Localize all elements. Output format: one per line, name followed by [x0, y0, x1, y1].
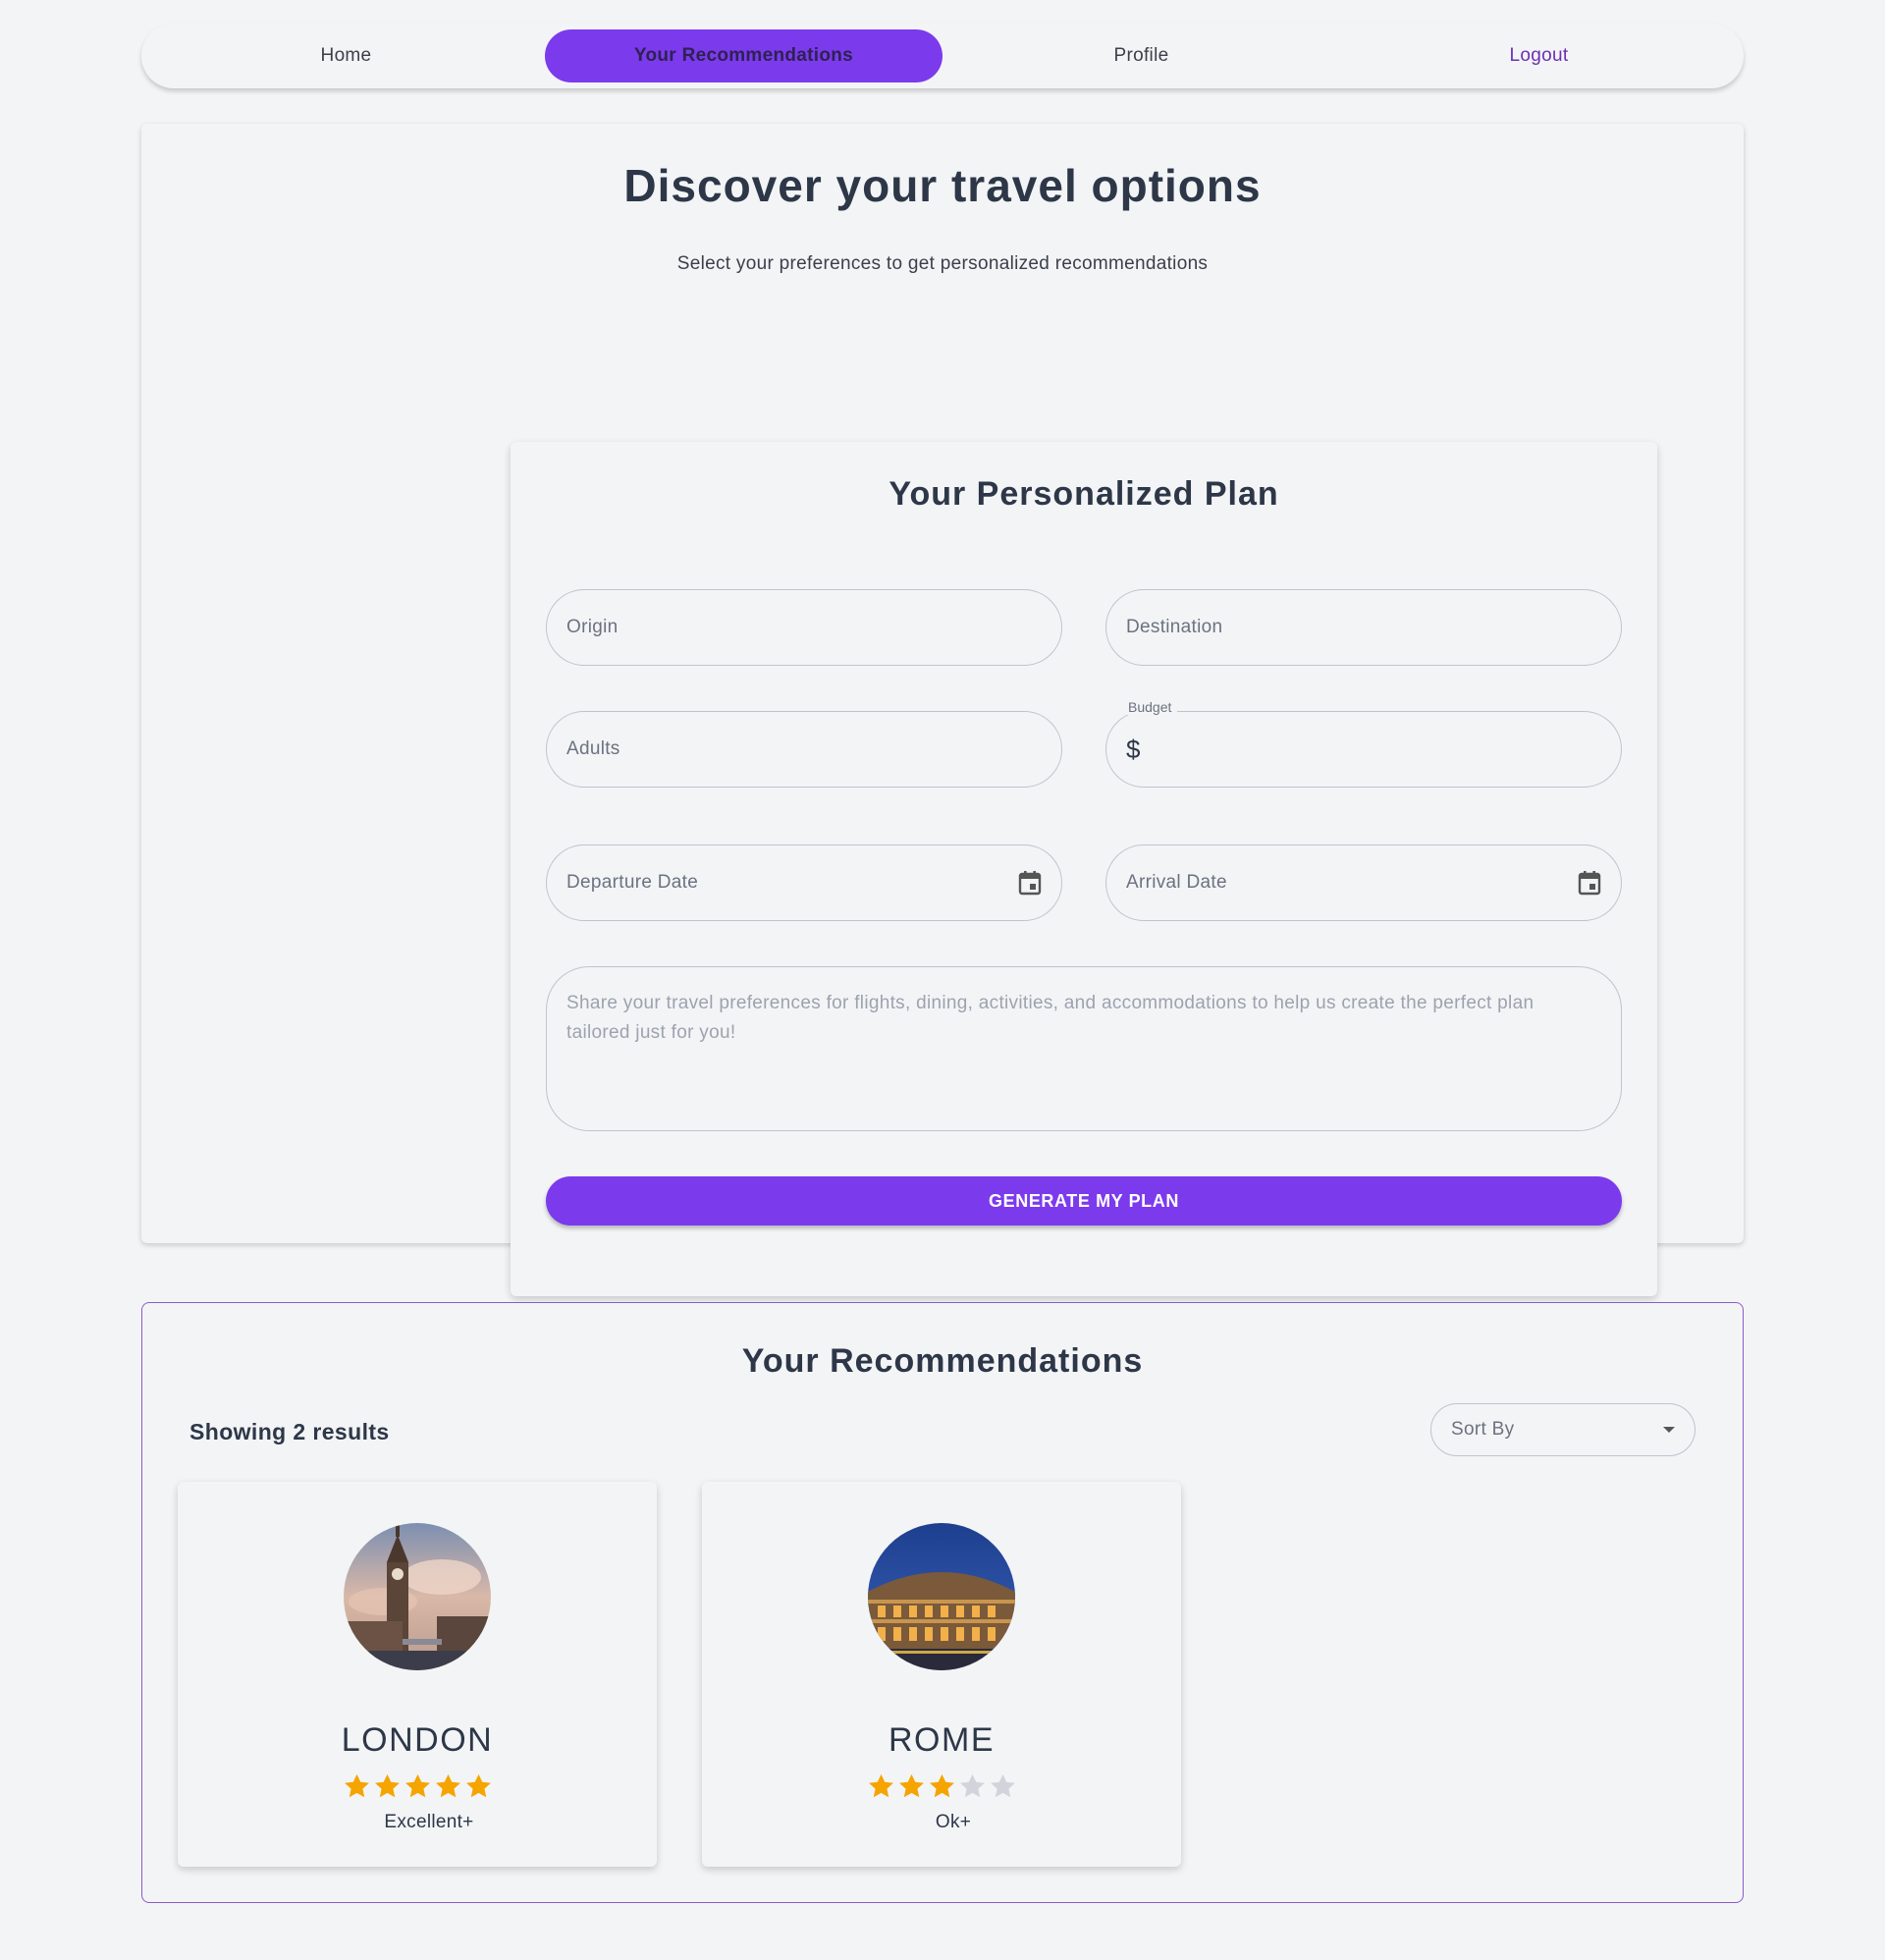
nav-home[interactable]: Home	[147, 29, 545, 82]
destination-name: ROME	[889, 1721, 995, 1759]
star-rating	[702, 1772, 1181, 1801]
star-empty-icon	[959, 1773, 985, 1798]
rating-text: Ok+	[935, 1812, 972, 1832]
origin-input[interactable]	[566, 617, 1042, 638]
results-count: Showing 2 results	[189, 1419, 390, 1444]
departure-date-input[interactable]	[566, 872, 1018, 894]
star-filled-icon	[374, 1773, 400, 1798]
result-card-rome[interactable]: ROME Ok+	[702, 1482, 1181, 1867]
plan-form-card: Your Personalized Plan Budget $	[511, 442, 1657, 1296]
hero-panel: Discover your travel options Select your…	[141, 124, 1744, 1296]
nav-your-recommendations[interactable]: Your Recommendations	[545, 29, 942, 82]
recommendations-section: Your Recommendations Showing 2 results S…	[141, 1302, 1744, 1903]
budget-label: Budget	[1122, 699, 1178, 715]
generate-plan-button[interactable]: GENERATE MY PLAN	[546, 1176, 1622, 1225]
budget-field[interactable]: Budget $	[1105, 699, 1622, 788]
recommendations-title: Your Recommendations	[741, 1342, 1144, 1380]
calendar-icon[interactable]	[1578, 870, 1601, 896]
nav-profile[interactable]: Profile	[942, 29, 1340, 82]
big-ben-photo	[344, 1523, 491, 1670]
adults-field[interactable]	[546, 711, 1062, 788]
page-title: Discover your travel options	[623, 160, 1262, 211]
star-filled-icon	[465, 1773, 491, 1798]
star-rating	[178, 1772, 657, 1801]
destination-name: LONDON	[341, 1721, 494, 1759]
star-filled-icon	[868, 1773, 893, 1798]
star-empty-icon	[990, 1773, 1015, 1798]
star-filled-icon	[929, 1773, 954, 1798]
arrival-date-input[interactable]	[1126, 872, 1578, 894]
budget-input[interactable]	[1148, 738, 1601, 760]
calendar-icon[interactable]	[1018, 870, 1042, 896]
preferences-field[interactable]	[546, 966, 1622, 1131]
top-nav: Home Your Recommendations Profile Logout	[141, 24, 1744, 88]
destination-input[interactable]	[1126, 617, 1601, 638]
star-filled-icon	[404, 1773, 430, 1798]
nav-logout[interactable]: Logout	[1340, 29, 1738, 82]
sort-by-select[interactable]: Sort By	[1430, 1403, 1696, 1456]
star-filled-icon	[435, 1773, 460, 1798]
dollar-prefix: $	[1126, 734, 1141, 764]
chevron-down-icon	[1663, 1427, 1675, 1433]
colosseum-photo	[868, 1523, 1015, 1670]
arrival-date-field[interactable]	[1105, 844, 1622, 921]
preferences-textarea[interactable]	[566, 967, 1601, 1130]
star-filled-icon	[898, 1773, 924, 1798]
departure-date-field[interactable]	[546, 844, 1062, 921]
destination-field[interactable]	[1105, 589, 1622, 666]
page-subtitle: Select your preferences to get personali…	[676, 253, 1209, 274]
plan-title: Your Personalized Plan	[889, 475, 1279, 513]
origin-field[interactable]	[546, 589, 1062, 666]
sort-by-label: Sort By	[1451, 1419, 1515, 1440]
adults-input[interactable]	[566, 738, 1042, 760]
rating-text: Excellent+	[384, 1812, 474, 1832]
star-filled-icon	[344, 1773, 369, 1798]
result-card-london[interactable]: LONDON Excellent+	[178, 1482, 657, 1867]
